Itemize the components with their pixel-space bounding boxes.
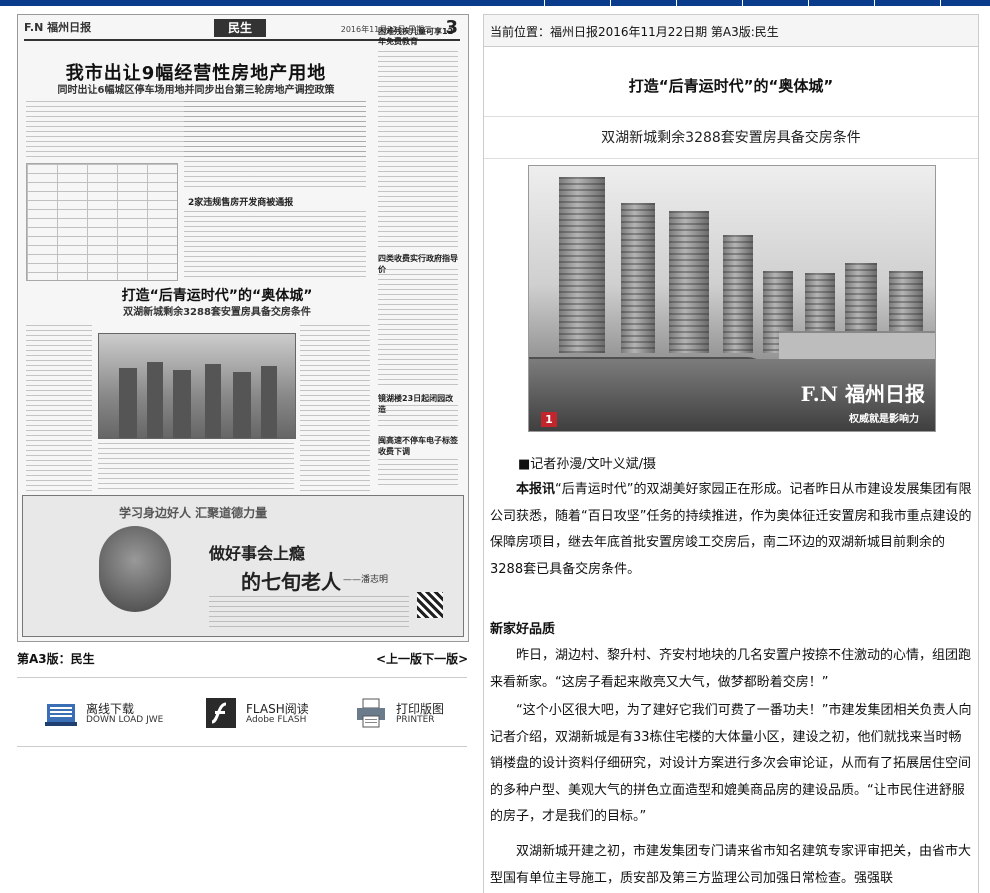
breadcrumb-text: 当前位置：福州日报2016年11月22日期 第A3版:民生 [490,25,779,39]
printer-icon [357,698,385,728]
top-nav-bar [0,0,990,6]
next-page-link[interactable]: 下一版> [422,652,468,666]
breadcrumb: 当前位置：福州日报2016年11月22日期 第A3版:民生 [484,15,978,47]
lead-bold: 本报讯 [516,482,556,497]
offline-download-icon [45,704,77,726]
ad-author: ——潘志明 [343,575,389,585]
photo-number-badge: 1 [541,412,557,427]
print-sub: PRINTER [396,715,435,725]
ad-slogan: 学习身边好人 汇聚道德力量 [119,506,268,520]
offline-download-button[interactable]: 离线下载 DOWN LOAD JWE [44,694,174,734]
page-nav: <上一版下一版> [376,650,468,667]
print-button[interactable]: 打印版图 PRINTER [354,694,464,734]
epaper-land-table [26,163,178,281]
article-paragraph-3: 双湖新城开建之初，市建发集团专门请来省市知名建筑专家评审把关，由省市大型国有单位… [490,844,972,886]
ad-portrait [99,526,171,612]
article-title: 打造“后青运时代”的“奥体城” [628,77,834,95]
ad-title: 做好事会上瘾 [209,544,306,563]
ad-title-2: 的七旬老人 [241,570,341,594]
lead-text: “后青运时代”的双湖美好家园正在形成。记者昨日从市建设发展集团有限公司获悉，随着… [490,482,972,577]
article-paragraph-1: 昨日，湖边村、黎升村、齐安村地块的几名安置户按捺不住激动的心情，组团跑来看新家。… [490,648,972,690]
epaper-headline-feature[interactable]: 打造“后青运时代”的“奥体城” [72,285,362,305]
ad-qr-code [417,592,443,618]
epaper-headline-main-sub: 同时出让6幅城区停车场用地并同步出台第三轮房地产调控政策 [57,85,335,96]
article-panel: 当前位置：福州日报2016年11月22日期 第A3版:民生 打造“后青运时代”的… [483,14,979,893]
photo-watermark: F.N 福州日报 [800,382,925,406]
epaper-feature-photo [98,333,296,439]
article-lead: 本报讯“后青运时代”的双湖美好家园正在形成。记者昨日从市建设发展集团有限公司获悉… [490,477,972,583]
epaper-moral-ad[interactable]: 学习身边好人 汇聚道德力量 做好事会上瘾 的七旬老人 ——潘志明 [22,495,464,637]
flash-icon [206,698,236,728]
flash-read-button[interactable]: FLASH阅读 Adobe FLASH [204,694,334,734]
offline-download-sub: DOWN LOAD JWE [86,715,164,725]
article-paragraph-2: “这个小区很大吧，为了建好它我们可费了一番功夫！”市建发集团相关负责人向记者介绍… [490,703,972,824]
flash-read-sub: Adobe FLASH [246,715,307,725]
page-label: 第A3版：民生 [17,652,95,666]
article-photo[interactable]: 1 F.N 福州日报 权威就是影响力 [528,165,936,432]
article-subtitle: 双湖新城剩余3288套安置房具备交房条件 [601,130,861,146]
epaper-side-head-1[interactable]: 困难残疾儿童可享12年免费教育 [378,27,458,47]
article-byline: ■记者孙漫/文叶义斌/摄 [518,457,657,472]
article-section-head: 新家好品质 [490,622,556,637]
epaper-side-head-4[interactable]: 闽高速不停车电子标签收费下调 [378,435,458,457]
photo-watermark-sub: 权威就是影响力 [849,414,919,425]
epaper-logo: F.N 福州日报 [24,21,92,34]
epaper-page-thumbnail[interactable]: F.N 福州日报 民生 2016年11月22日 星期二 3 我市出让9幅经营性房… [17,14,469,642]
epaper-headline-mid[interactable]: 2家违规售房开发商被通报 [188,195,368,208]
epaper-headline-feature-sub: 双湖新城剩余3288套安置房具备交房条件 [123,307,311,318]
prev-page-link[interactable]: <上一版 [376,652,422,666]
epaper-section-label: 民生 [214,19,266,37]
